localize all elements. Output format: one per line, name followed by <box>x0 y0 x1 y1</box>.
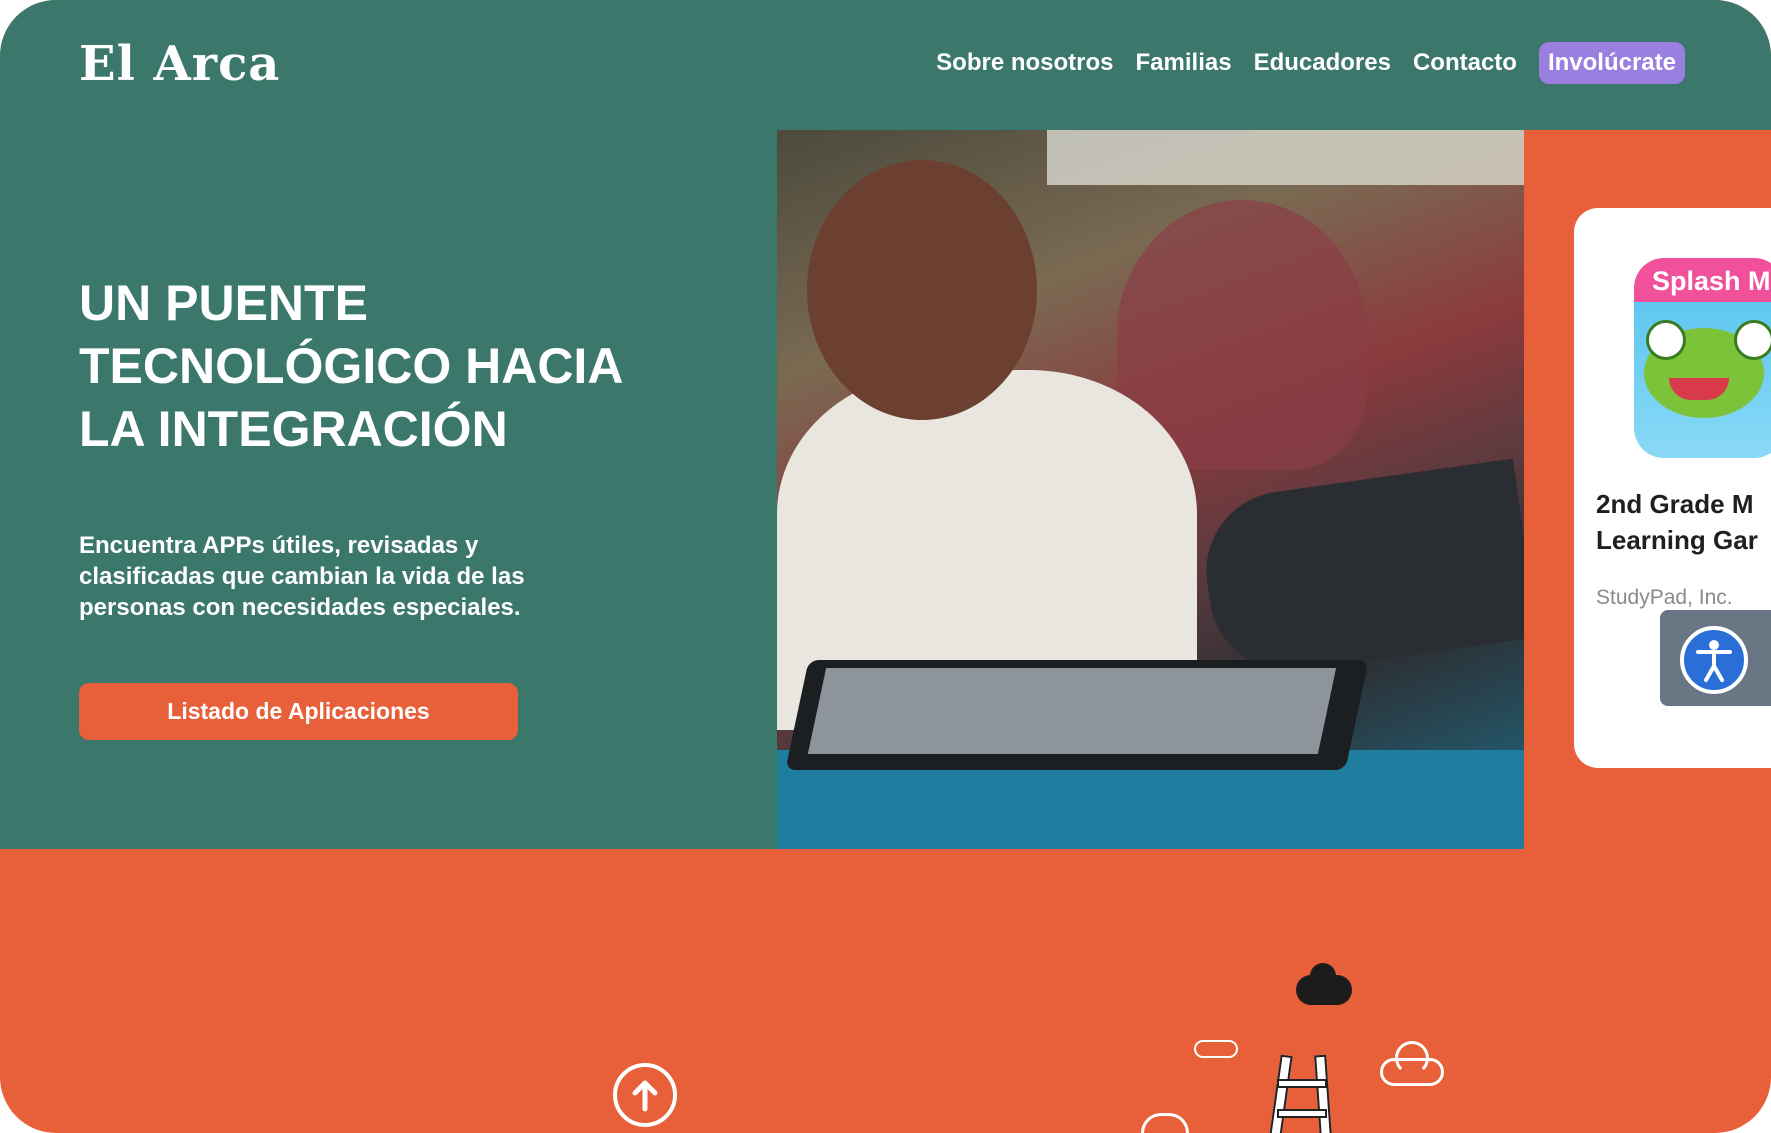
small-cloud-icon <box>1194 1040 1238 1058</box>
app-developer: StudyPad, Inc. <box>1596 586 1733 609</box>
hero-section <box>0 130 777 849</box>
ladder-rail-right <box>1314 1054 1332 1133</box>
hero-subtitle: Encuentra APPs útiles, revisadas y clasi… <box>79 532 525 621</box>
accessibility-person-icon <box>1680 626 1748 694</box>
page-frame: El Arca Sobre nosotros Familias Educador… <box>0 0 1771 1133</box>
cloud-icon <box>1380 1041 1444 1086</box>
nav-link-contacto[interactable]: Contacto <box>1413 49 1517 77</box>
site-header: El Arca Sobre nosotros Familias Educador… <box>0 0 1771 130</box>
frog-eye-right <box>1734 320 1771 360</box>
involucrate-button[interactable]: Involúcrate <box>1538 42 1685 84</box>
nav-link-familias[interactable]: Familias <box>1136 49 1232 77</box>
arrow-up-circle-icon[interactable] <box>613 1063 677 1127</box>
ladder-rail-left <box>1269 1054 1293 1133</box>
site-logo[interactable]: El Arca <box>79 36 280 92</box>
ladder-rung <box>1277 1109 1327 1118</box>
photo-teacher-arm <box>1196 458 1524 682</box>
photo-window <box>1047 130 1524 185</box>
ladder-rung <box>1277 1079 1327 1088</box>
frog-eye-left <box>1646 320 1686 360</box>
photo-tablet-screen <box>807 668 1337 754</box>
app-icon-label: Splash M <box>1652 266 1771 296</box>
app-list-button[interactable]: Listado de Aplicaciones <box>79 683 518 740</box>
app-title: 2nd Grade M Learning Gar <box>1596 486 1771 558</box>
main-nav: Sobre nosotros Familias Educadores Conta… <box>936 42 1685 84</box>
cloud-outline-icon <box>1141 1113 1189 1133</box>
nav-link-educadores[interactable]: Educadores <box>1254 49 1391 77</box>
ladder-illustration <box>1265 1054 1335 1133</box>
hero-title: UN PUENTE TECNOLÓGICO HACIA LA INTEGRACI… <box>79 275 622 457</box>
hero-photo <box>777 130 1524 849</box>
photo-girl-face <box>807 160 1037 420</box>
accessibility-button[interactable] <box>1660 610 1771 706</box>
nav-link-sobre-nosotros[interactable]: Sobre nosotros <box>936 49 1113 77</box>
app-icon: Splash M <box>1634 258 1771 458</box>
app-title-line-2: Learning Gar <box>1596 525 1758 555</box>
app-title-line-1: 2nd Grade M <box>1596 489 1754 519</box>
dark-cloud-icon <box>1296 963 1352 1005</box>
